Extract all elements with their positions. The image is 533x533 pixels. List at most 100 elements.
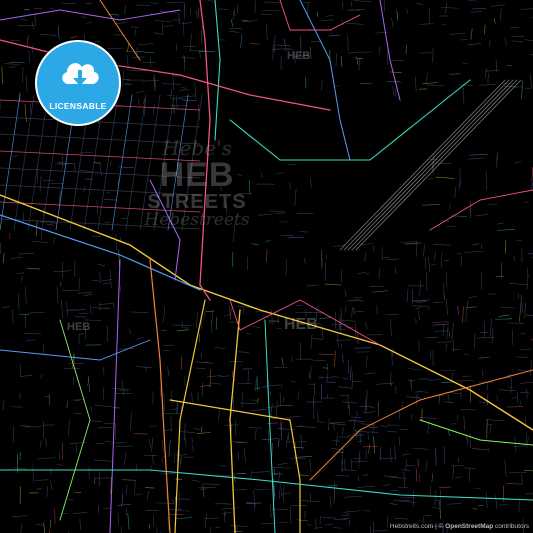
minor-street [73,412,83,415]
minor-street [379,446,382,461]
minor-street [511,328,514,346]
minor-street [330,495,332,508]
minor-street [8,66,17,68]
minor-street [263,384,281,387]
runway [351,79,518,251]
minor-street [228,30,240,33]
minor-street [496,394,498,401]
minor-street [21,276,23,282]
minor-street [134,480,136,494]
minor-street [321,79,323,91]
minor-street [271,417,276,420]
minor-street [422,515,425,524]
minor-street [353,296,363,299]
minor-street [460,409,477,411]
minor-street [446,327,449,340]
minor-street [20,523,23,533]
minor-street [499,503,509,506]
minor-street [353,307,356,314]
minor-street [294,55,310,57]
minor-street [166,1,184,4]
minor-street [390,380,392,387]
minor-street [163,306,166,323]
minor-street [102,282,111,285]
minor-street [196,432,211,434]
major-road [429,189,533,231]
minor-street [372,521,375,533]
minor-street [179,431,196,433]
major-road [309,369,533,481]
minor-street [42,421,45,439]
minor-street [383,475,398,478]
osm-link[interactable]: OpenStreetMap [445,523,493,530]
minor-street [324,283,342,286]
minor-street [228,321,238,323]
minor-street [443,282,445,301]
minor-street [406,289,409,303]
minor-street [28,311,46,314]
minor-street [373,436,375,454]
minor-street [391,350,393,366]
minor-street [195,311,198,329]
minor-street [479,84,496,86]
minor-street [342,353,344,363]
minor-street [254,429,257,440]
minor-street [191,392,193,404]
minor-street [360,243,374,246]
minor-street [124,451,127,466]
map-attribution: Hebstreits.com | © OpenStreetMap contrib… [390,523,529,530]
minor-street [446,503,462,505]
minor-street [328,485,338,487]
minor-street [134,493,143,496]
minor-street [302,1,311,4]
minor-street [266,422,279,424]
minor-street [43,522,46,533]
site-link[interactable]: Hebstreits.com [390,523,433,530]
minor-street [423,243,425,257]
licensable-label: LICENSABLE [49,101,107,111]
major-road [264,319,276,533]
minor-street [463,87,465,105]
minor-street [341,19,344,26]
minor-street [281,357,284,367]
minor-street [344,495,362,498]
minor-street [103,199,117,201]
minor-street [520,8,533,10]
minor-street [464,467,476,469]
minor-street [251,471,270,473]
minor-street [280,422,283,441]
minor-street [170,89,172,99]
major-road [174,299,206,533]
minor-street [285,415,302,418]
minor-street [91,279,101,282]
minor-street [342,377,348,380]
minor-street [470,11,482,13]
major-road [199,0,211,301]
minor-street [410,413,413,420]
minor-street [339,436,353,438]
minor-street [109,270,112,288]
minor-street [470,28,473,41]
minor-street [361,51,372,53]
minor-street [231,19,234,27]
minor-street [290,506,292,524]
minor-street [363,474,369,476]
minor-street [406,8,408,14]
minor-street [457,253,462,255]
minor-street [426,84,445,86]
minor-street [137,43,154,46]
minor-street [449,32,466,35]
licensable-badge[interactable]: LICENSABLE [35,40,121,126]
minor-street [427,422,430,435]
minor-street [331,448,340,450]
minor-street [253,490,256,508]
minor-street [464,250,484,253]
minor-street [332,440,341,442]
minor-street [123,79,131,81]
minor-street [463,353,469,356]
minor-street [350,459,353,470]
minor-street [514,161,522,164]
minor-street [221,512,232,515]
minor-street [190,33,192,52]
minor-street [223,511,225,518]
